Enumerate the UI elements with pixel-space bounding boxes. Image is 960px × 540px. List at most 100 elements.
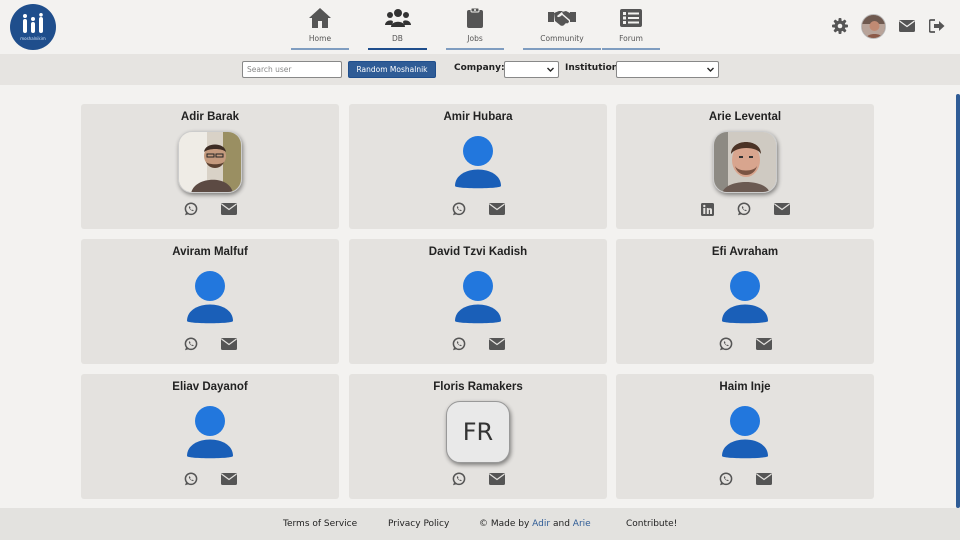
whatsapp-icon[interactable] [452,202,466,216]
settings-button[interactable] [831,18,849,34]
profile-photo [714,132,776,192]
and-text: and [552,519,570,529]
email-icon[interactable] [220,473,237,485]
search-input[interactable] [242,61,342,78]
user-icon [187,406,233,459]
tab-underline [446,48,504,50]
envelope-icon [899,20,915,32]
user-grid: Adir Barak Amir Hubara Arie Levental Avi… [0,85,960,508]
contact-links [616,202,874,216]
logo-icon [23,13,43,33]
user-icon [455,136,501,189]
email-icon[interactable] [755,473,772,485]
user-card[interactable]: Eliav Dayanof [81,374,339,499]
contact-links [349,202,607,216]
user-controls [831,12,946,40]
user-card[interactable]: Arie Levental [616,104,874,229]
contact-links [349,472,607,486]
email-icon[interactable] [755,338,772,350]
tab-db[interactable]: DB [368,4,427,50]
user-initials: FR [446,401,510,463]
user-card[interactable]: Aviram Malfuf [81,239,339,364]
logout-button[interactable] [928,19,946,33]
tab-db-label: DB [392,34,403,43]
clipboard-icon [467,7,483,28]
whatsapp-icon[interactable] [184,202,198,216]
home-icon [309,8,331,28]
users-icon [384,9,411,27]
whatsapp-icon[interactable] [719,337,733,351]
whatsapp-icon[interactable] [184,337,198,351]
messages-button[interactable] [898,20,916,32]
user-name: Eliav Dayanof [172,381,248,393]
email-icon[interactable] [488,473,505,485]
footer: Terms of Service Privacy Policy © Made b… [0,508,960,540]
contribute-link[interactable]: Contribute! [626,519,677,529]
chevron-down-icon [707,67,714,72]
chevron-down-icon [547,67,554,72]
scrollbar[interactable] [956,94,960,508]
email-icon[interactable] [488,338,505,350]
author-link-arie[interactable]: Arie [573,519,591,529]
user-photo [713,131,777,193]
user-icon [187,271,233,324]
user-icon [722,406,768,459]
tab-forum-label: Forum [619,34,643,43]
user-avatar [713,131,777,193]
user-name: Amir Hubara [443,111,513,123]
made-by-prefix: © Made by [479,519,530,529]
avatar-photo [862,14,885,38]
top-navbar: moshalnikim Home DB Jobs Community Forum [0,0,960,54]
email-icon[interactable] [220,203,237,215]
contact-links [81,337,339,351]
institution-select[interactable] [616,61,719,78]
author-link-adir[interactable]: Adir [532,519,550,529]
logo-text: moshalnikim [20,36,46,41]
tab-community[interactable]: Community [523,4,601,50]
email-icon[interactable] [773,203,790,215]
user-card[interactable]: Efi Avraham [616,239,874,364]
user-photo [178,131,242,193]
email-icon[interactable] [220,338,237,350]
random-moshalnik-button[interactable]: Random Moshalnik [348,61,436,78]
company-label: Company: [454,63,505,73]
whatsapp-icon[interactable] [719,472,733,486]
tab-underline [523,48,601,50]
company-select[interactable] [504,61,559,78]
user-card[interactable]: Floris Ramakers FR [349,374,607,499]
whatsapp-icon[interactable] [452,337,466,351]
gear-icon [832,18,848,34]
user-card[interactable]: Adir Barak [81,104,339,229]
institution-label: Institution: [565,63,622,73]
privacy-link[interactable]: Privacy Policy [388,519,449,529]
user-name: Aviram Malfuf [172,246,248,258]
tab-jobs-label: Jobs [467,34,483,43]
email-icon[interactable] [488,203,505,215]
whatsapp-icon[interactable] [737,202,751,216]
tab-home-label: Home [308,34,332,43]
avatar[interactable] [861,13,886,39]
terms-link[interactable]: Terms of Service [283,519,357,529]
user-name: David Tzvi Kadish [428,246,528,258]
whatsapp-icon[interactable] [452,472,466,486]
linkedin-icon[interactable] [700,202,714,216]
tab-community-label: Community [540,34,584,43]
user-name: Efi Avraham [711,246,779,258]
user-card[interactable]: Haim Inje [616,374,874,499]
made-by-text: © Made by Adir and Arie [479,519,591,529]
tab-forum[interactable]: Forum [602,4,660,50]
user-avatar [713,266,777,328]
user-avatar [178,266,242,328]
user-name: Haim Inje [719,381,771,393]
tab-home[interactable]: Home [291,4,349,50]
contact-links [349,337,607,351]
whatsapp-icon[interactable] [184,472,198,486]
handshake-icon [548,11,576,26]
site-logo[interactable]: moshalnikim [10,4,56,50]
user-avatar [178,131,242,193]
user-name: Arie Levental [708,111,782,123]
contact-links [616,472,874,486]
user-card[interactable]: David Tzvi Kadish [349,239,607,364]
tab-jobs[interactable]: Jobs [446,4,504,50]
user-card[interactable]: Amir Hubara [349,104,607,229]
